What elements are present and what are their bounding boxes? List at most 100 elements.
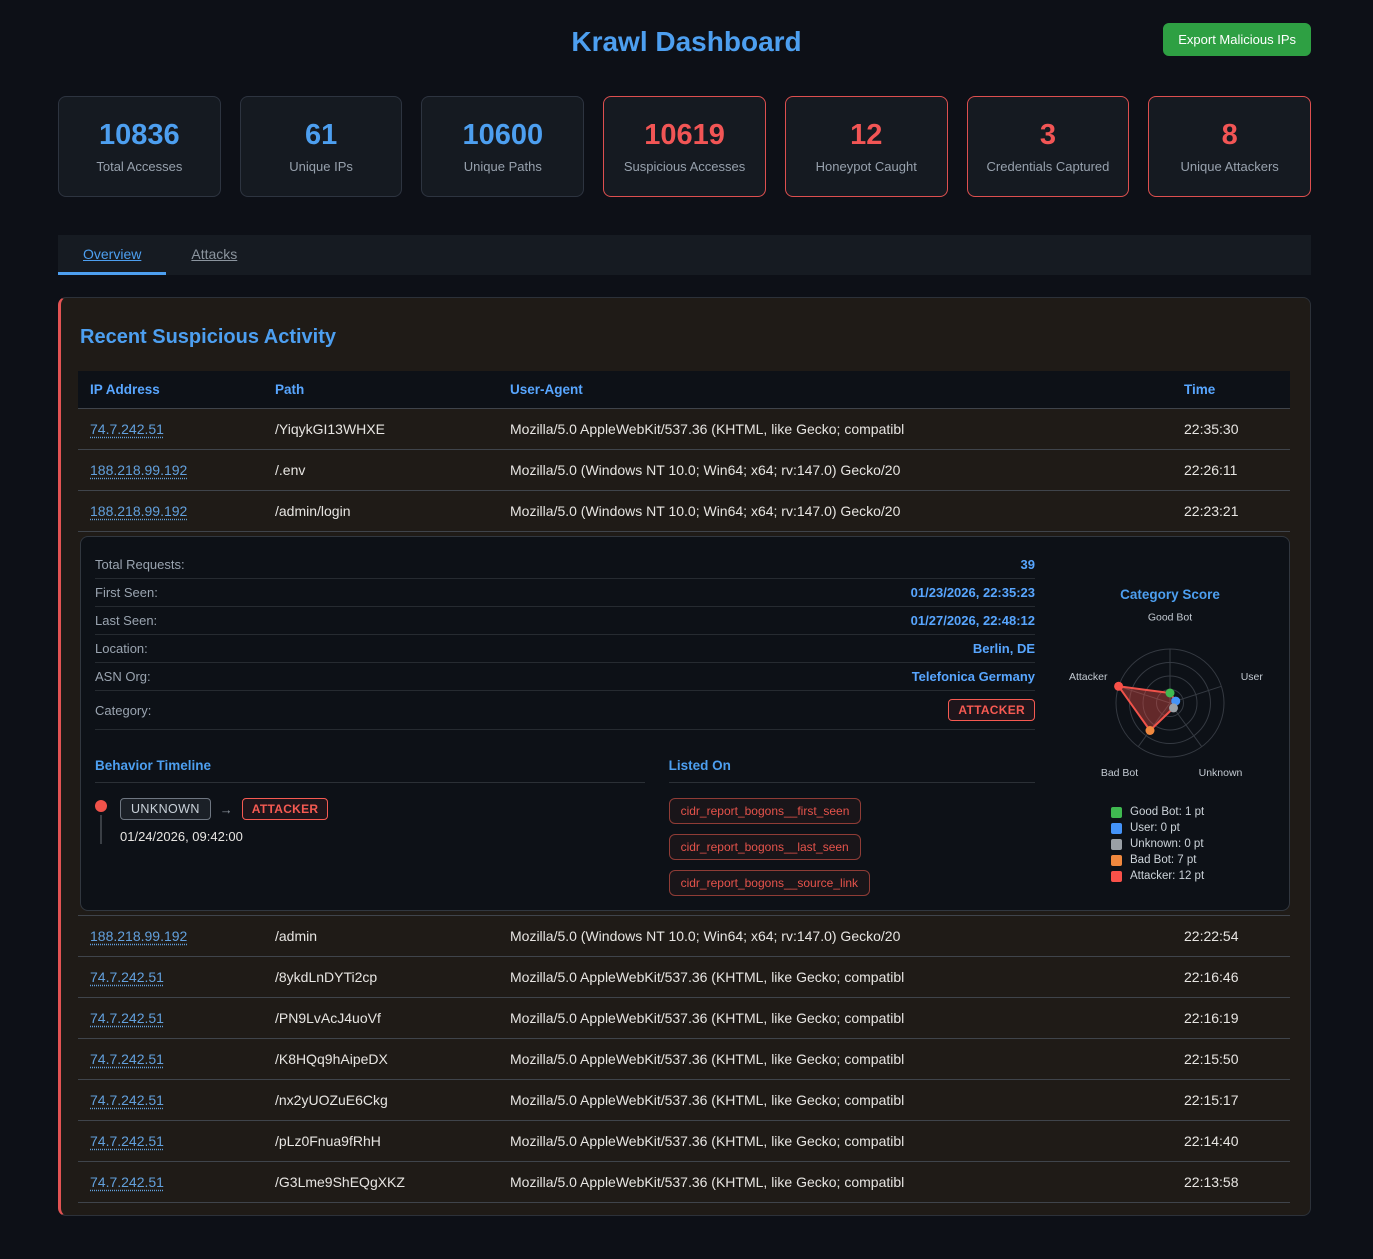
stat-label: Unique IPs: [289, 159, 353, 174]
timeline-from-badge: UNKNOWN: [120, 798, 211, 820]
category-badge: ATTACKER: [948, 699, 1035, 721]
ip-link[interactable]: 74.7.242.51: [90, 1133, 164, 1149]
ip-cell: 188.218.99.192: [78, 450, 263, 490]
legend-swatch: [1111, 807, 1122, 818]
path-cell: /8ykdLnDYTi2cp: [263, 957, 498, 997]
radar-axis-label: Attacker: [1069, 671, 1108, 683]
table-row[interactable]: 74.7.242.51/PN9LvAcJ4uoVfMozilla/5.0 App…: [78, 998, 1290, 1039]
time-cell: 22:22:54: [1172, 916, 1290, 956]
table-row[interactable]: 74.7.242.51/8ykdLnDYTi2cpMozilla/5.0 App…: [78, 957, 1290, 998]
info-value: Telefonica Germany: [912, 669, 1035, 684]
user-agent-cell: Mozilla/5.0 AppleWebKit/537.36 (KHTML, l…: [498, 1080, 1172, 1120]
tab-overview[interactable]: Overview: [58, 235, 166, 275]
suspicious-activity-panel: Recent Suspicious Activity IP AddressPat…: [58, 297, 1311, 1216]
listed-on-title: Listed On: [669, 758, 1035, 783]
stat-label: Total Accesses: [96, 159, 182, 174]
legend-swatch: [1111, 871, 1122, 882]
path-cell: /nx2yUOZuE6Ckg: [263, 1080, 498, 1120]
stat-value: 3: [1040, 119, 1056, 152]
legend-item: Unknown: 0 pt: [1111, 838, 1275, 850]
radar-point: [1146, 726, 1155, 735]
ip-link[interactable]: 74.7.242.51: [90, 969, 164, 985]
listed-on-tag[interactable]: cidr_report_bogons__source_link: [669, 870, 870, 896]
ip-link[interactable]: 188.218.99.192: [90, 928, 187, 944]
ip-link[interactable]: 74.7.242.51: [90, 1092, 164, 1108]
column-header: IP Address: [78, 371, 263, 408]
radar-point: [1114, 682, 1123, 691]
ip-link[interactable]: 188.218.99.192: [90, 462, 187, 478]
path-cell: /pLz0Fnua9fRhH: [263, 1121, 498, 1161]
stat-value: 61: [305, 119, 337, 152]
table-row[interactable]: 74.7.242.51/nx2yUOZuE6CkgMozilla/5.0 App…: [78, 1080, 1290, 1121]
app-header: Krawl Dashboard Export Malicious IPs: [0, 0, 1373, 84]
user-agent-cell: Mozilla/5.0 AppleWebKit/537.36 (KHTML, l…: [498, 1121, 1172, 1161]
table-row[interactable]: 188.218.99.192/admin/loginMozilla/5.0 (W…: [78, 491, 1290, 532]
ip-link[interactable]: 74.7.242.51: [90, 1174, 164, 1190]
user-agent-cell: Mozilla/5.0 AppleWebKit/537.36 (KHTML, l…: [498, 998, 1172, 1038]
time-cell: 22:14:40: [1172, 1121, 1290, 1161]
path-cell: /.env: [263, 450, 498, 490]
ip-cell: 188.218.99.192: [78, 491, 263, 531]
radar-point: [1169, 703, 1178, 712]
ip-link[interactable]: 188.218.99.192: [90, 503, 187, 519]
legend-swatch: [1111, 839, 1122, 850]
legend-item: Bad Bot: 7 pt: [1111, 854, 1275, 866]
table-row[interactable]: 74.7.242.51/YiqykGI13WHXEMozilla/5.0 App…: [78, 409, 1290, 450]
radar-axis-label: Unknown: [1199, 767, 1243, 779]
timeline-item: UNKNOWN → ATTACKER 01/24/2026, 09:42:00: [95, 798, 645, 844]
user-agent-cell: Mozilla/5.0 (Windows NT 10.0; Win64; x64…: [498, 450, 1172, 490]
ip-cell: 74.7.242.51: [78, 1080, 263, 1120]
ip-detail-box: Total Requests:39First Seen:01/23/2026, …: [80, 536, 1290, 911]
info-label: Location:: [95, 641, 148, 656]
info-row: ASN Org:Telefonica Germany: [95, 663, 1035, 691]
path-cell: /admin/login: [263, 491, 498, 531]
ip-link[interactable]: 74.7.242.51: [90, 421, 164, 437]
ip-cell: 74.7.242.51: [78, 957, 263, 997]
info-row: Last Seen:01/27/2026, 22:48:12: [95, 607, 1035, 635]
ip-detail-row: Total Requests:39First Seen:01/23/2026, …: [78, 532, 1290, 916]
column-header: Path: [263, 371, 498, 408]
path-cell: /YiqykGI13WHXE: [263, 409, 498, 449]
table-row[interactable]: 74.7.242.51/K8HQq9hAipeDXMozilla/5.0 App…: [78, 1039, 1290, 1080]
stat-label: Suspicious Accesses: [624, 159, 745, 174]
time-cell: 22:15:17: [1172, 1080, 1290, 1120]
legend-label: Attacker: 12 pt: [1130, 870, 1204, 882]
stat-card: 12Honeypot Caught: [785, 96, 948, 197]
time-cell: 22:13:58: [1172, 1162, 1290, 1202]
table-rows-before: 74.7.242.51/YiqykGI13WHXEMozilla/5.0 App…: [78, 409, 1290, 532]
listed-on-tag[interactable]: cidr_report_bogons__last_seen: [669, 834, 861, 860]
legend-label: Unknown: 0 pt: [1130, 838, 1204, 850]
info-label: First Seen:: [95, 585, 158, 600]
ip-link[interactable]: 74.7.242.51: [90, 1051, 164, 1067]
table-row[interactable]: 74.7.242.51/G3Lme9ShEQgXKZMozilla/5.0 Ap…: [78, 1162, 1290, 1203]
stat-card: 10836Total Accesses: [58, 96, 221, 197]
listed-on-tag[interactable]: cidr_report_bogons__first_seen: [669, 798, 862, 824]
legend-swatch: [1111, 823, 1122, 834]
table-row[interactable]: 188.218.99.192/adminMozilla/5.0 (Windows…: [78, 916, 1290, 957]
panel-title: Recent Suspicious Activity: [80, 326, 1290, 349]
ip-info-list: Total Requests:39First Seen:01/23/2026, …: [95, 551, 1035, 691]
ip-link[interactable]: 74.7.242.51: [90, 1010, 164, 1026]
timeline-line: [100, 815, 102, 844]
table-row[interactable]: 188.218.99.192 /.envMozilla/5.0 (Windows …: [78, 450, 1290, 491]
table-rows-after: 188.218.99.192/adminMozilla/5.0 (Windows…: [78, 916, 1290, 1203]
tab-attacks[interactable]: Attacks: [166, 235, 262, 275]
time-cell: 22:26:11: [1172, 450, 1290, 490]
time-cell: 22:16:19: [1172, 998, 1290, 1038]
table-row[interactable]: 74.7.242.51/pLz0Fnua9fRhHMozilla/5.0 App…: [78, 1121, 1290, 1162]
time-cell: 22:23:21: [1172, 491, 1290, 531]
behavior-timeline-section: Behavior Timeline UNKNOWN → ATTACKER: [95, 758, 645, 896]
time-cell: 22:15:50: [1172, 1039, 1290, 1079]
stat-value: 12: [850, 119, 882, 152]
ip-cell: 188.218.99.192: [78, 916, 263, 956]
ip-detail-left: Total Requests:39First Seen:01/23/2026, …: [95, 551, 1035, 896]
legend-label: User: 0 pt: [1130, 822, 1180, 834]
column-header: Time: [1172, 371, 1290, 408]
user-agent-cell: Mozilla/5.0 AppleWebKit/537.36 (KHTML, l…: [498, 1162, 1172, 1202]
category-score-section: Category Score Good BotUserUnknownBad Bo…: [1065, 551, 1275, 896]
radar-axis-label: Good Bot: [1148, 612, 1192, 624]
info-row: First Seen:01/23/2026, 22:35:23: [95, 579, 1035, 607]
ip-cell: 74.7.242.51: [78, 998, 263, 1038]
radar-axis-label: Bad Bot: [1101, 767, 1138, 779]
export-malicious-ips-button[interactable]: Export Malicious IPs: [1163, 23, 1311, 56]
